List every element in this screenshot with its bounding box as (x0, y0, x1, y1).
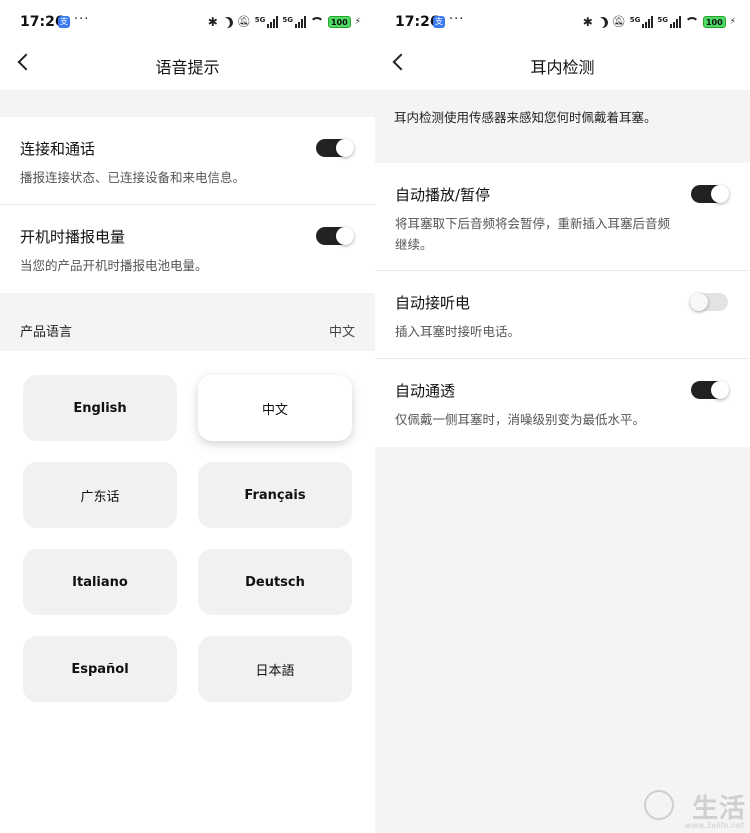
setting-desc-auto-play: 将耳塞取下后音频将会暂停，重新插入耳塞后音频继续。 (395, 216, 671, 252)
product-language-value: 中文 (328, 325, 355, 340)
setting-desc-battery: 当您的产品开机时播报电池电量。 (20, 258, 208, 273)
language-option-italian[interactable]: Italiano (23, 549, 177, 615)
toggle-knob (336, 227, 354, 245)
setting-title-connection: 连接和通话 (20, 140, 96, 158)
bluetooth-icon: ✱ (582, 15, 593, 29)
toggle-knob (690, 293, 708, 311)
signal-icon: 5G (255, 16, 279, 28)
battery-announce-toggle[interactable] (316, 227, 354, 245)
setting-desc-connection: 播报连接状态、已连接设备和来电信息。 (20, 170, 246, 185)
more-notifications-icon: ··· (74, 12, 90, 27)
toggle-knob (336, 139, 354, 157)
do-not-disturb-icon (220, 14, 235, 29)
header: 耳内检测 (375, 44, 750, 90)
auto-play-pause-toggle[interactable] (691, 185, 729, 203)
auto-transparency-toggle[interactable] (691, 381, 729, 399)
signal-icon-2: 5G (657, 16, 681, 28)
charging-icon: ⚡ (729, 17, 736, 27)
watermark-text: 生活 (691, 794, 746, 824)
battery-icon: 100 (702, 16, 726, 28)
mute-icon: 🔕︎ (611, 15, 626, 28)
divider (375, 270, 750, 271)
charging-icon: ⚡ (354, 17, 361, 27)
language-option-spanish[interactable]: Español (23, 636, 177, 702)
status-icons: ✱ 🔕︎ 5G 5G 100 ⚡ (208, 14, 361, 30)
wifi-icon (684, 17, 699, 27)
toggle-knob (711, 381, 729, 399)
in-ear-detection-screen: 17:26 支 ··· ✱ 🔕︎ 5G 5G 100 ⚡ 耳内检测 耳内检测使用… (375, 0, 750, 833)
setting-title-battery: 开机时播报电量 (20, 228, 126, 246)
voice-prompts-screen: 17:26 支 ··· ✱ 🔕︎ 5G 5G 100 ⚡ 语音提示 连接和通话 … (0, 0, 375, 833)
language-option-japanese[interactable]: 日本語 (198, 636, 352, 702)
toggle-knob (711, 185, 729, 203)
status-bar: 17:26 支 ··· ✱ 🔕︎ 5G 5G 100 ⚡ (375, 0, 750, 44)
voice-settings-list: 连接和通话 播报连接状态、已连接设备和来电信息。 开机时播报电量 当您的产品开机… (0, 117, 375, 293)
setting-desc-auto-transparency: 仅佩戴一侧耳塞时，消噪级别变为最低水平。 (395, 412, 646, 427)
header: 语音提示 (0, 44, 375, 90)
in-ear-settings-list: 自动播放/暂停 将耳塞取下后音频将会暂停，重新插入耳塞后音频继续。 自动接听电 … (375, 163, 750, 447)
status-bar: 17:26 支 ··· ✱ 🔕︎ 5G 5G 100 ⚡ (0, 0, 375, 44)
setting-desc-auto-answer: 插入耳塞时接听电话。 (395, 324, 521, 339)
page-title: 耳内检测 (530, 58, 595, 77)
watermark-url: www.3elife.net (684, 821, 744, 830)
alipay-icon: 支 (58, 16, 70, 28)
product-language-header[interactable]: 产品语言 中文 (0, 293, 375, 351)
in-ear-detection-intro: 耳内检测使用传感器来感知您何时佩戴着耳塞。 (394, 110, 657, 125)
language-option-french[interactable]: Français (198, 462, 352, 528)
page-title: 语音提示 (155, 58, 220, 77)
signal-icon-2: 5G (282, 16, 306, 28)
language-option-german[interactable]: Deutsch (198, 549, 352, 615)
setting-title-auto-answer: 自动接听电 (395, 294, 471, 312)
more-notifications-icon: ··· (449, 12, 465, 27)
language-option-english[interactable]: English (23, 375, 177, 441)
divider (375, 358, 750, 359)
status-icons: ✱ 🔕︎ 5G 5G 100 ⚡ (583, 14, 736, 30)
product-language-label: 产品语言 (20, 325, 73, 340)
auto-answer-toggle[interactable] (690, 293, 728, 311)
language-option-chinese[interactable]: 中文 (198, 375, 352, 441)
watermark-logo-icon (644, 790, 674, 820)
signal-icon: 5G (630, 16, 654, 28)
alipay-icon: 支 (433, 16, 445, 28)
section-spacer (0, 90, 375, 117)
connection-toggle[interactable] (316, 139, 354, 157)
battery-icon: 100 (327, 16, 351, 28)
language-option-cantonese[interactable]: 广东话 (23, 462, 177, 528)
wifi-icon (309, 17, 324, 27)
do-not-disturb-icon (595, 14, 610, 29)
bluetooth-icon: ✱ (207, 15, 218, 29)
setting-title-auto-transparency: 自动通透 (395, 382, 456, 400)
mute-icon: 🔕︎ (236, 15, 251, 28)
setting-title-auto-play: 自动播放/暂停 (395, 186, 491, 204)
divider (0, 204, 375, 205)
